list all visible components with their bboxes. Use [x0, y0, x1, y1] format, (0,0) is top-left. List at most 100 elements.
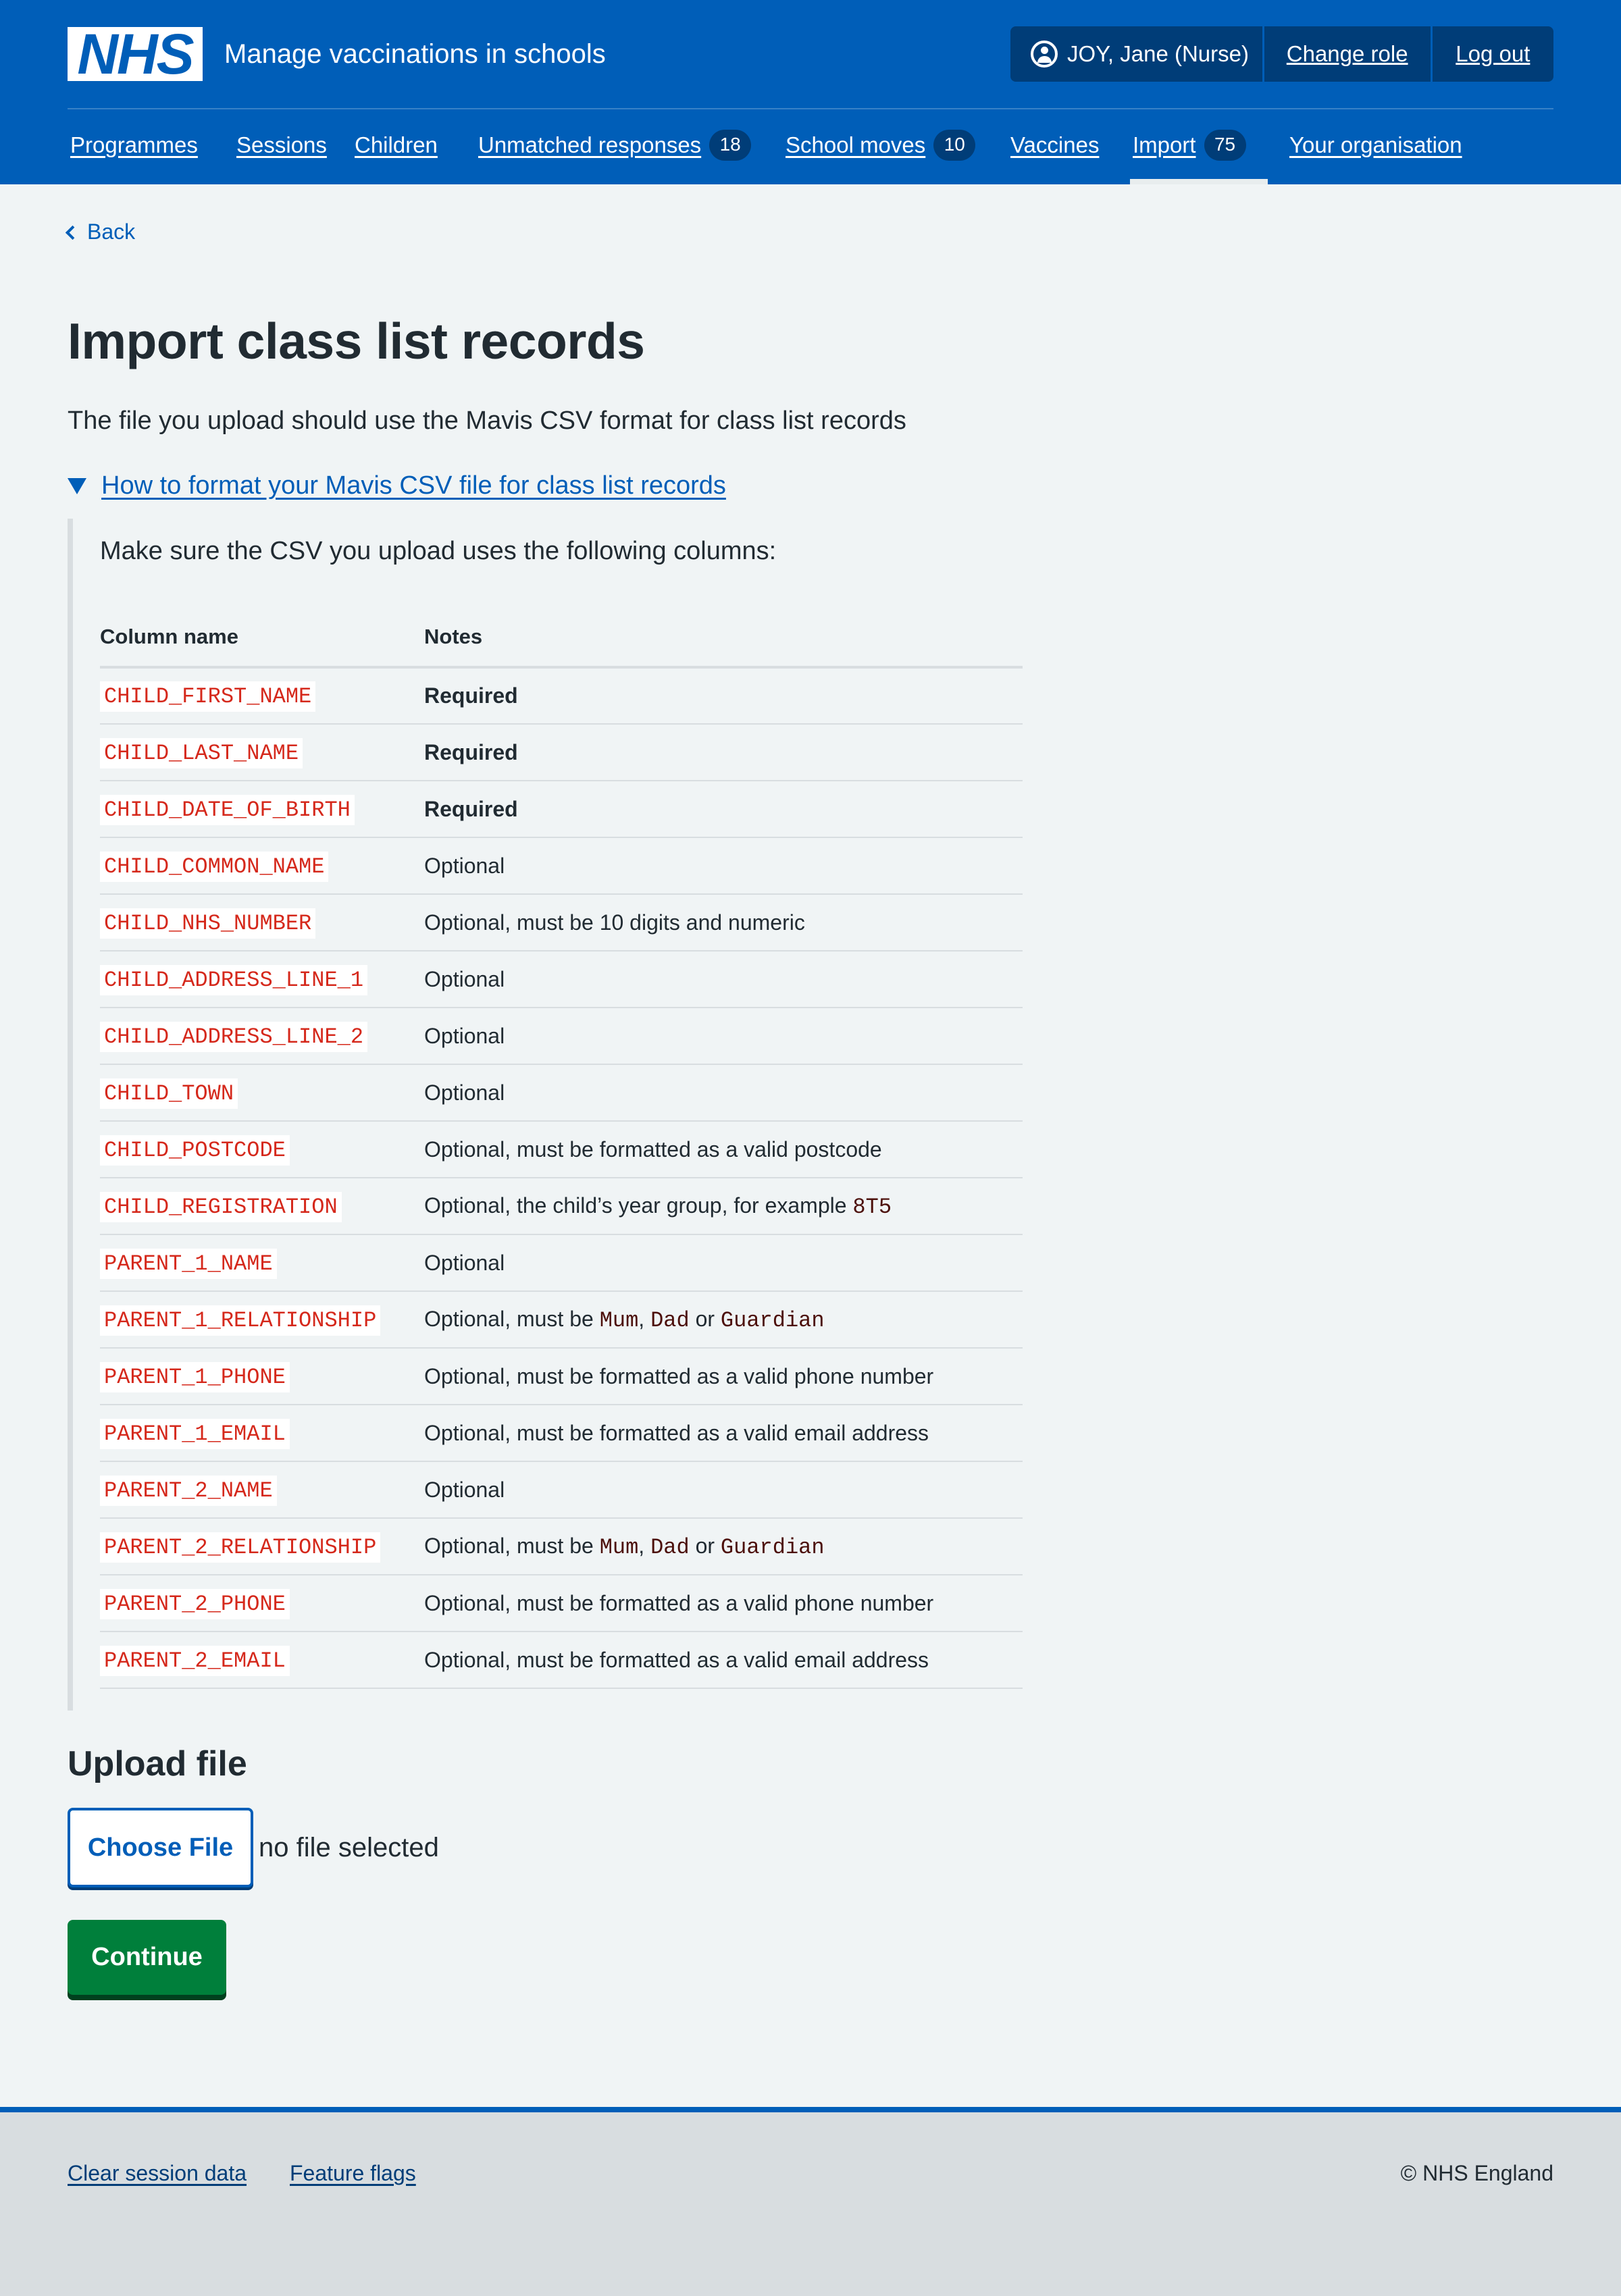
notes-text: Required	[424, 683, 518, 708]
account-user-name: JOY, Jane (Nurse)	[1067, 41, 1249, 66]
column-name-cell: CHILD_ADDRESS_LINE_2	[100, 1008, 424, 1065]
upload-heading: Upload file	[68, 1744, 247, 1783]
notes-text: Optional, must be formatted as a valid e…	[424, 1420, 929, 1445]
column-name-code: PARENT_1_PHONE	[100, 1361, 290, 1392]
option-code: Mum	[599, 1534, 639, 1560]
notes-text: Optional, must be formatted as a valid p…	[424, 1590, 934, 1615]
header-divider	[68, 108, 1553, 109]
column-name-code: CHILD_ADDRESS_LINE_2	[100, 1021, 368, 1052]
separator-text: ,	[638, 1533, 645, 1558]
nav-item-vaccines[interactable]: Vaccines	[1010, 128, 1099, 184]
notes-cell: Optional	[424, 951, 1023, 1008]
feature-flags-link[interactable]: Feature flags	[290, 2161, 416, 2186]
nav-item-school-moves[interactable]: School moves 10	[786, 128, 976, 184]
table-row: CHILD_FIRST_NAME Required	[100, 667, 1023, 725]
notes-text: Optional, must be	[424, 1306, 594, 1331]
table-row: CHILD_DATE_OF_BIRTH Required	[100, 781, 1023, 838]
option-code: Mum	[599, 1307, 639, 1333]
nav-item-unmatched-responses[interactable]: Unmatched responses 18	[478, 128, 752, 184]
column-name-code: PARENT_1_NAME	[100, 1248, 277, 1279]
conjunction-text: or	[695, 1533, 715, 1558]
column-name-code: PARENT_2_RELATIONSHIP	[100, 1532, 381, 1563]
nav-item-your-organisation[interactable]: Your organisation	[1289, 128, 1462, 184]
nav-item-sessions[interactable]: Sessions	[236, 128, 327, 184]
table-row: PARENT_2_PHONE Optional, must be formatte…	[100, 1575, 1023, 1632]
choose-file-button[interactable]: Choose File	[68, 1808, 253, 1887]
column-name-cell: CHILD_LAST_NAME	[100, 724, 424, 781]
column-header-notes: Notes	[424, 608, 1023, 669]
table-row: PARENT_1_NAME Optional	[100, 1234, 1023, 1292]
notes-text: Required	[424, 796, 518, 821]
table-row: CHILD_LAST_NAME Required	[100, 724, 1023, 781]
option-code: Dad	[650, 1307, 690, 1333]
column-name-cell: PARENT_2_PHONE	[100, 1575, 424, 1632]
site-footer: Clear session data Feature flags © NHS E…	[0, 2107, 1621, 2296]
service-name[interactable]: Manage vaccinations in schools	[224, 36, 606, 72]
copyright: © NHS England	[1400, 2161, 1553, 2185]
table-row: CHILD_COMMON_NAME Optional	[100, 837, 1023, 895]
column-name-code: PARENT_2_PHONE	[100, 1588, 290, 1619]
notes-cell: Optional	[424, 837, 1023, 895]
notes-cell: Optional, must be 10 digits and numeric	[424, 894, 1023, 951]
notes-cell: Optional, must be formatted as a valid p…	[424, 1575, 1023, 1632]
nhs-logo[interactable]: NHS	[68, 26, 203, 82]
account-menu: JOY, Jane (Nurse) Change role Log out	[1010, 26, 1553, 82]
continue-button[interactable]: Continue	[68, 1920, 226, 1995]
column-name-cell: CHILD_TOWN	[100, 1064, 424, 1122]
conjunction-text: or	[695, 1306, 715, 1331]
nav-item-label: Unmatched responses	[478, 132, 702, 157]
notes-cell: Optional	[424, 1064, 1023, 1122]
nav-item-import[interactable]: Import 75	[1130, 128, 1267, 184]
column-name-code: CHILD_FIRST_NAME	[100, 681, 316, 712]
notes-text: Optional, must be 10 digits and numeric	[424, 910, 805, 935]
nav-item-children[interactable]: Children	[355, 128, 438, 184]
separator-text: ,	[638, 1306, 645, 1331]
nav-item-programmes[interactable]: Programmes	[70, 128, 198, 184]
chevron-left-icon	[65, 225, 80, 240]
column-name-code: PARENT_2_EMAIL	[100, 1645, 290, 1676]
notes-cell: Optional, must be formatted as a valid e…	[424, 1632, 1023, 1689]
table-row: PARENT_2_RELATIONSHIP Optional, must be M…	[100, 1518, 1023, 1575]
nav-item-label: Vaccines	[1010, 132, 1100, 157]
table-header-row: Column name Notes	[100, 608, 1023, 669]
column-name-code: PARENT_2_NAME	[100, 1475, 277, 1506]
count-badge: 10	[933, 130, 976, 161]
column-name-cell: PARENT_2_NAME	[100, 1461, 424, 1519]
csv-columns-table: Column name Notes CHILD_FIRST_NAME Requir…	[100, 608, 1023, 1689]
table-row: CHILD_ADDRESS_LINE_2 Optional	[100, 1008, 1023, 1065]
table-row: PARENT_1_PHONE Optional, must be formatte…	[100, 1348, 1023, 1405]
notes-cell: Required	[424, 781, 1023, 838]
column-name-code: CHILD_TOWN	[100, 1078, 238, 1109]
details-summary[interactable]: How to format your Mavis CSV file for cl…	[68, 471, 726, 500]
triangle-down-icon	[68, 477, 86, 494]
log-out-link[interactable]: Log out	[1432, 26, 1553, 82]
table-row: PARENT_1_RELATIONSHIP Optional, must be M…	[100, 1291, 1023, 1349]
notes-text: Optional	[424, 1023, 505, 1048]
column-name-cell: PARENT_2_RELATIONSHIP	[100, 1518, 424, 1575]
details-intro: Make sure the CSV you upload uses the fo…	[100, 537, 777, 565]
option-code: Guardian	[720, 1534, 825, 1560]
notes-text: Optional	[424, 1250, 505, 1275]
notes-cell: Required	[424, 724, 1023, 781]
notes-text: Optional, must be formatted as a valid p…	[424, 1363, 934, 1388]
nav-item-label: School moves	[786, 132, 926, 157]
change-role-link[interactable]: Change role	[1264, 26, 1431, 82]
column-name-cell: CHILD_POSTCODE	[100, 1121, 424, 1178]
count-badge: 75	[1204, 130, 1246, 161]
column-name-cell: PARENT_2_EMAIL	[100, 1632, 424, 1689]
column-name-code: CHILD_LAST_NAME	[100, 737, 303, 768]
nav-item-label: Your organisation	[1289, 132, 1462, 157]
table-row: CHILD_TOWN Optional	[100, 1064, 1023, 1122]
column-name-cell: CHILD_COMMON_NAME	[100, 837, 424, 895]
site-header: NHS Manage vaccinations in schools JOY, …	[0, 0, 1621, 184]
back-link[interactable]: Back	[65, 219, 135, 244]
nav-item-label: Children	[355, 132, 438, 157]
notes-text: Optional, must be formatted as a valid p…	[424, 1137, 882, 1162]
page-title: Import class list records	[68, 313, 645, 369]
column-name-cell: PARENT_1_EMAIL	[100, 1405, 424, 1462]
column-header-name: Column name	[100, 608, 424, 669]
table-row: PARENT_2_EMAIL Optional, must be formatte…	[100, 1632, 1023, 1689]
column-name-cell: CHILD_NHS_NUMBER	[100, 894, 424, 951]
clear-session-data-link[interactable]: Clear session data	[68, 2161, 247, 2186]
column-name-code: CHILD_DATE_OF_BIRTH	[100, 794, 355, 825]
